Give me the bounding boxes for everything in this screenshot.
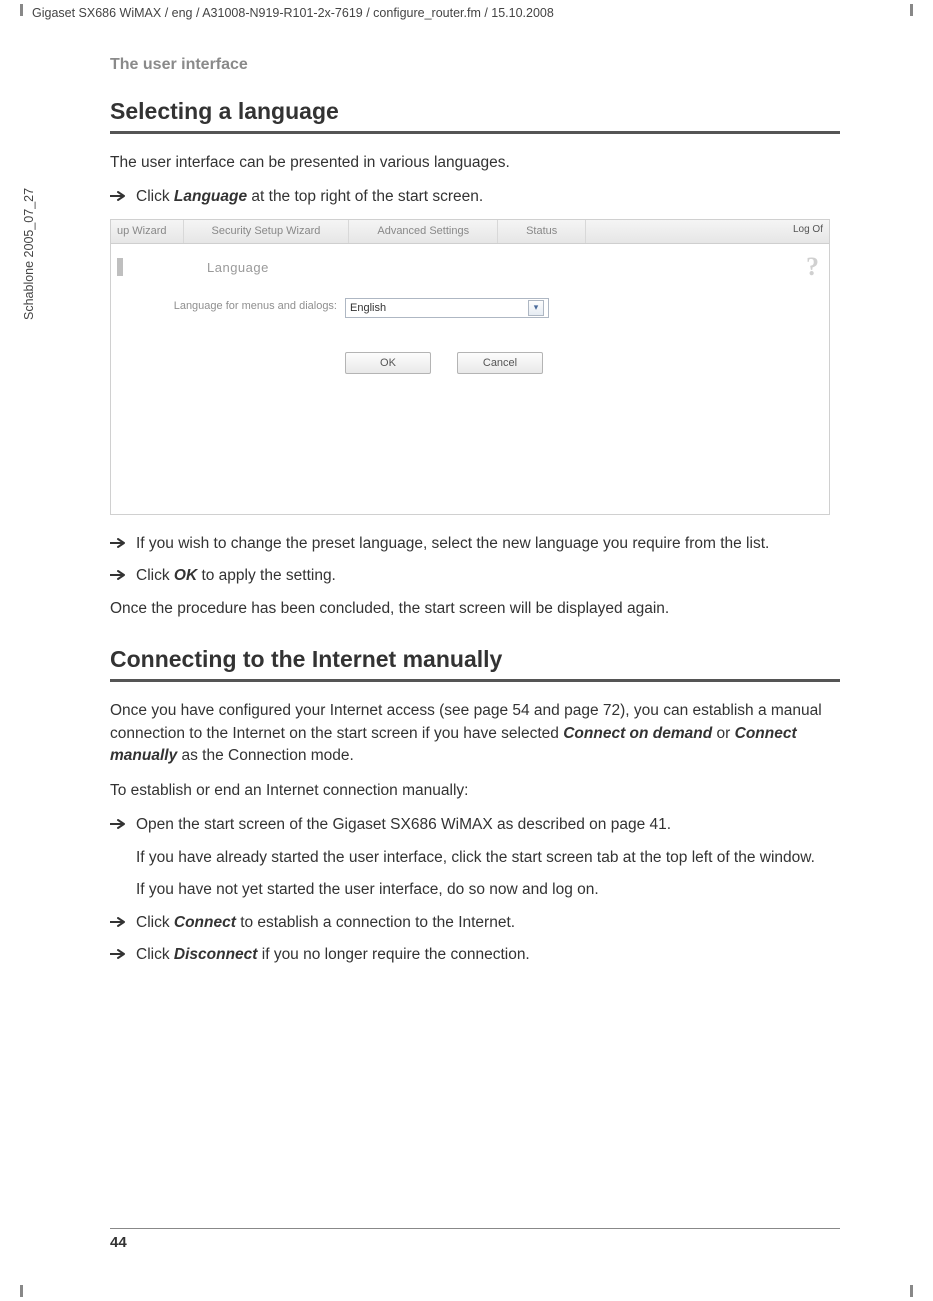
text-fragment: Click [136, 946, 174, 963]
button-row: OK Cancel [345, 352, 543, 374]
logoff-link[interactable]: Log Of [793, 224, 823, 235]
text-fragment: Click [136, 567, 174, 584]
step-text: Click Connect to establish a connection … [136, 912, 515, 934]
footer-rule [110, 1228, 840, 1229]
section1-intro: The user interface can be presented in v… [110, 152, 840, 174]
text-fragment: to apply the setting. [197, 567, 336, 584]
section2-p1: Once you have configured your Internet a… [110, 700, 840, 767]
language-select-value: English [350, 302, 386, 314]
step-item: Click Disconnect if you no longer requir… [110, 944, 840, 966]
text-bold-italic: Disconnect [174, 946, 258, 963]
text-bold-italic: Connect [174, 914, 236, 931]
tab-advanced-settings[interactable]: Advanced Settings [349, 220, 498, 243]
side-marker [117, 258, 123, 276]
text-fragment: to establish a connection to the Interne… [236, 914, 515, 931]
crop-mark [910, 4, 913, 16]
chevron-down-icon: ▾ [528, 300, 544, 316]
text-fragment: Click [136, 188, 174, 205]
section-title-connecting: Connecting to the Internet manually [110, 646, 840, 673]
arrow-icon [110, 916, 128, 934]
text-bold-italic: Language [174, 188, 247, 205]
ui-body: Language ? Language for menus and dialog… [111, 244, 829, 514]
text-bold-italic: Connect on demand [563, 725, 712, 742]
ok-button[interactable]: OK [345, 352, 431, 374]
doc-header-path: Gigaset SX686 WiMAX / eng / A31008-N919-… [32, 6, 554, 20]
section1-outro: Once the procedure has been concluded, t… [110, 598, 840, 620]
step-item: Click Language at the top right of the s… [110, 186, 840, 208]
step-text: Click OK to apply the setting. [136, 565, 336, 587]
text-fragment: or [712, 725, 734, 742]
step-subtext: If you have not yet started the user int… [136, 879, 840, 901]
tab-setup-wizard[interactable]: up Wizard [111, 220, 184, 243]
arrow-icon [110, 569, 128, 587]
embedded-ui-screenshot: up Wizard Security Setup Wizard Advanced… [110, 219, 830, 515]
section-rule [110, 679, 840, 682]
tab-security-setup-wizard[interactable]: Security Setup Wizard [184, 220, 350, 243]
arrow-icon [110, 948, 128, 966]
text-bold-italic: OK [174, 567, 197, 584]
step-item: If you wish to change the preset languag… [110, 533, 840, 555]
step-subtext: If you have already started the user int… [136, 847, 840, 869]
language-select[interactable]: English ▾ [345, 298, 549, 318]
arrow-icon [110, 537, 128, 555]
help-icon[interactable]: ? [806, 252, 819, 282]
section2-p2: To establish or end an Internet connecti… [110, 780, 840, 802]
section-rule [110, 131, 840, 134]
doc-template-label: Schablone 2005_07_27 [22, 188, 36, 320]
step-item: Open the start screen of the Gigaset SX6… [110, 814, 840, 836]
panel-title: Language [207, 260, 269, 275]
text-fragment: at the top right of the start screen. [247, 188, 483, 205]
tab-status[interactable]: Status [498, 220, 586, 243]
arrow-icon [110, 818, 128, 836]
text-fragment: as the Connection mode. [177, 747, 354, 764]
arrow-icon [110, 190, 128, 208]
step-text: If you wish to change the preset languag… [136, 533, 769, 555]
crop-mark [20, 4, 23, 16]
cancel-button[interactable]: Cancel [457, 352, 543, 374]
language-field-label: Language for menus and dialogs: [147, 300, 337, 314]
text-fragment: Click [136, 914, 174, 931]
step-item: Click OK to apply the setting. [110, 565, 840, 587]
step-item: Click Connect to establish a connection … [110, 912, 840, 934]
step-text: Click Language at the top right of the s… [136, 186, 483, 208]
page-number: 44 [110, 1234, 127, 1251]
ui-tabbar: up Wizard Security Setup Wizard Advanced… [111, 220, 829, 244]
crop-mark [910, 1285, 913, 1297]
running-head: The user interface [110, 56, 840, 74]
step-text: Click Disconnect if you no longer requir… [136, 944, 530, 966]
crop-mark [20, 1285, 23, 1297]
text-fragment: if you no longer require the connection. [257, 946, 529, 963]
section-title-language: Selecting a language [110, 98, 840, 125]
step-text: Open the start screen of the Gigaset SX6… [136, 814, 671, 836]
